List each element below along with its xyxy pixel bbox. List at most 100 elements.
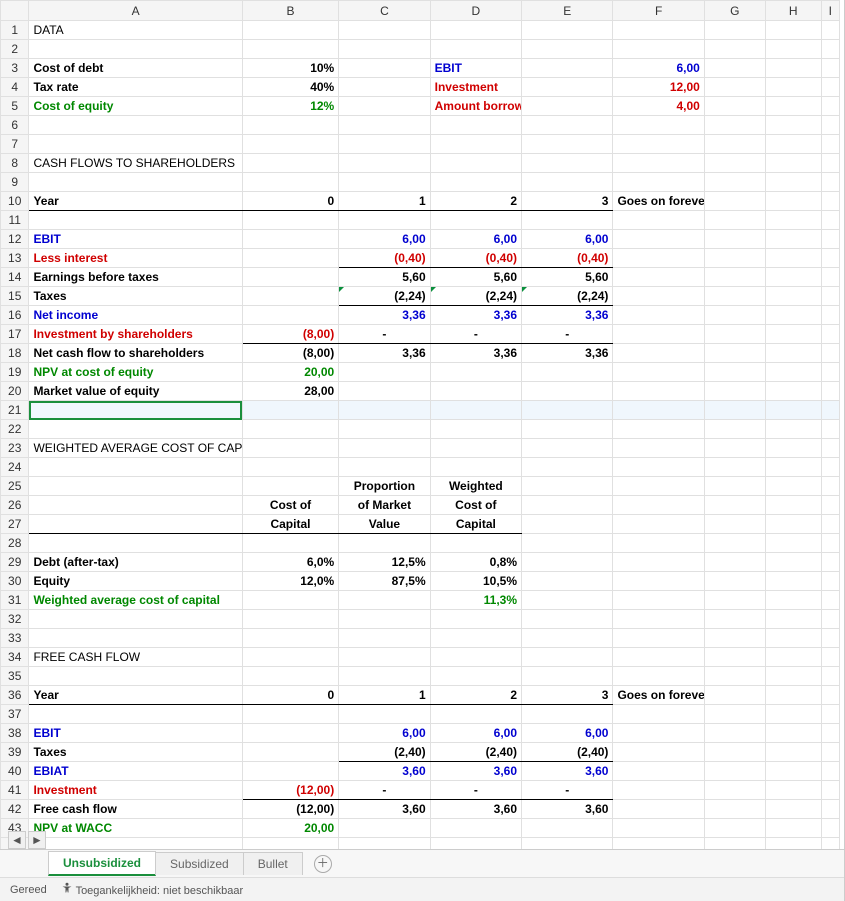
add-sheet-icon[interactable]: ＋ [314,855,332,873]
row-header[interactable]: 25 [1,477,29,496]
row-header[interactable]: 28 [1,534,29,553]
row-header[interactable]: 15 [1,287,29,306]
cell[interactable]: 12,0% [242,572,338,591]
row-header[interactable]: 11 [1,211,29,230]
row-header[interactable]: 20 [1,382,29,401]
row-header[interactable]: 42 [1,800,29,819]
cell[interactable]: (8,00) [242,325,338,344]
cell[interactable] [821,21,839,40]
cell[interactable]: 10,5% [430,572,521,591]
cell[interactable]: 6,00 [430,230,521,249]
select-all-corner[interactable] [1,1,29,21]
row-header[interactable]: 2 [1,40,29,59]
cell[interactable]: Year [29,192,242,211]
cell[interactable]: Value [339,515,430,534]
cell[interactable]: Market value of equity [29,382,242,401]
cell[interactable]: 6,00 [522,724,613,743]
cell[interactable]: Equity [29,572,242,591]
cell[interactable]: Investment [430,78,521,97]
col-header-C[interactable]: C [339,1,430,21]
row-header[interactable]: 36 [1,686,29,705]
grid-body[interactable]: 1 DATA 2 3 Cost of debt 10% EBIT 6,00 4 … [1,21,840,876]
sheet-tab[interactable]: Subsidized [155,852,244,875]
cell[interactable]: 6,00 [522,230,613,249]
col-header-D[interactable]: D [430,1,521,21]
row-header[interactable]: 26 [1,496,29,515]
cell[interactable]: Taxes [29,743,242,762]
cell[interactable]: 5,60 [522,268,613,287]
accessibility-status[interactable]: Toegankelijkheid: niet beschikbaar [61,882,243,897]
cell[interactable]: Debt (after-tax) [29,553,242,572]
sheet-tab[interactable]: Bullet [243,852,303,875]
sheet-tab[interactable]: Unsubsidized [48,851,156,876]
row-header[interactable]: 38 [1,724,29,743]
cell[interactable]: 3,60 [339,762,430,781]
cell[interactable]: 10% [242,59,338,78]
row-header[interactable]: 4 [1,78,29,97]
cell[interactable]: Weighted average cost of capital [29,591,242,610]
cell[interactable]: Investment [29,781,242,800]
col-header-F[interactable]: F [613,1,704,21]
cell[interactable]: (8,00) [242,344,338,363]
row-header[interactable]: 27 [1,515,29,534]
cell[interactable]: 20,00 [242,819,338,838]
cell[interactable]: - [522,781,613,800]
cell[interactable]: 12,5% [339,553,430,572]
cell[interactable]: - [522,325,613,344]
row-header[interactable]: 12 [1,230,29,249]
row-header[interactable]: 40 [1,762,29,781]
cell[interactable]: DATA [29,21,242,40]
row-header[interactable]: 35 [1,667,29,686]
row-header[interactable]: 30 [1,572,29,591]
cell[interactable]: 2 [430,686,521,705]
cell[interactable]: 0,8% [430,553,521,572]
cell[interactable]: (2,40) [522,743,613,762]
cell[interactable]: (0,40) [430,249,521,268]
col-header-I[interactable]: I [821,1,839,21]
cell[interactable]: 0 [242,686,338,705]
cell[interactable]: Tax rate [29,78,242,97]
cell[interactable]: 3,36 [522,306,613,325]
col-header-B[interactable]: B [242,1,338,21]
cell[interactable]: EBIT [29,230,242,249]
cell[interactable]: 3,60 [522,762,613,781]
row-header[interactable]: 16 [1,306,29,325]
cell[interactable]: 5,60 [430,268,521,287]
cell[interactable]: 87,5% [339,572,430,591]
cell[interactable]: Investment by shareholders [29,325,242,344]
row-header[interactable]: 32 [1,610,29,629]
cell[interactable] [522,21,613,40]
cell[interactable]: Goes on forever [613,192,704,211]
cell[interactable]: 4,00 [613,97,704,116]
col-header-E[interactable]: E [522,1,613,21]
row-header[interactable]: 34 [1,648,29,667]
cell[interactable]: 6,0% [242,553,338,572]
row-header[interactable]: 14 [1,268,29,287]
cell[interactable] [765,21,821,40]
cell[interactable]: 3,60 [522,800,613,819]
cell[interactable]: - [339,325,430,344]
cell[interactable] [704,21,765,40]
cell[interactable]: Cost of debt [29,59,242,78]
row-header[interactable]: 5 [1,97,29,116]
cell[interactable]: 1 [339,192,430,211]
cell[interactable]: Proportion [339,477,430,496]
tab-scroll-right-icon[interactable]: ► [28,831,46,849]
row-header[interactable]: 22 [1,420,29,439]
cell[interactable]: (2,24) [522,287,613,306]
cell[interactable]: Weighted [430,477,521,496]
col-header-G[interactable]: G [704,1,765,21]
cell[interactable]: NPV at WACC [29,819,242,838]
cell[interactable]: EBIT [29,724,242,743]
cell[interactable]: 3,36 [430,306,521,325]
tab-scroll-left-icon[interactable]: ◄ [8,831,26,849]
cell[interactable]: (12,00) [242,800,338,819]
row-header[interactable]: 6 [1,116,29,135]
cell[interactable] [430,21,521,40]
cell[interactable]: 3 [522,686,613,705]
row-header[interactable]: 33 [1,629,29,648]
row-header[interactable]: 3 [1,59,29,78]
cell[interactable]: FREE CASH FLOW [29,648,242,667]
cell[interactable]: - [430,781,521,800]
cell[interactable]: Amount borrowed [430,97,521,116]
